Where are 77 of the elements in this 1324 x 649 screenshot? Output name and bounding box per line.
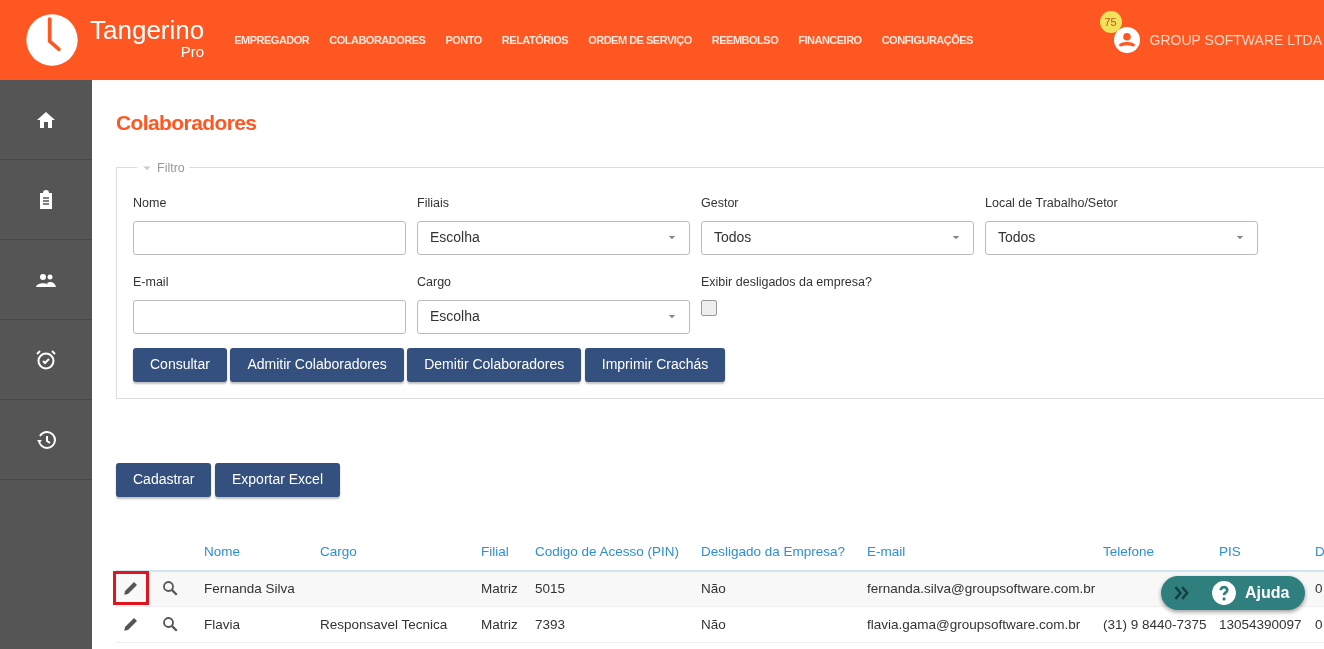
- select-field[interactable]: Todos: [701, 220, 974, 255]
- filter-button[interactable]: Imprimir Crachás: [584, 347, 726, 382]
- table-cell: flavia.gama@groupsoftware.com.br: [867, 616, 1081, 632]
- column-header[interactable]: Nome: [195, 534, 311, 571]
- edit-button[interactable]: [116, 574, 146, 603]
- help-label: Ajuda: [1245, 583, 1290, 603]
- nav-link[interactable]: RELATÓRIOS: [501, 31, 569, 49]
- brand-subtitle: Pro: [180, 42, 205, 62]
- nav-link[interactable]: PONTO: [445, 31, 482, 49]
- pencil-icon: [122, 579, 140, 598]
- table-cell: Fernanda Silva: [204, 580, 295, 596]
- table-cell: Matriz: [481, 580, 518, 596]
- column-header[interactable]: E-mail: [858, 534, 1094, 571]
- page-title: Colaboradores: [116, 110, 258, 136]
- alarm-clock-icon[interactable]: [34, 347, 58, 372]
- table-cell: fernanda.silva@groupsoftware.com.br: [867, 580, 1096, 596]
- select-field[interactable]: Escolha: [417, 220, 690, 255]
- question-icon: [1211, 580, 1237, 606]
- pencil-icon: [122, 615, 140, 634]
- select-value: Escolha: [430, 307, 480, 327]
- table-cell: Responsavel Tecnica: [320, 616, 448, 632]
- table-cell: 0: [1315, 616, 1323, 632]
- action-button[interactable]: Exportar Excel: [214, 462, 340, 497]
- column-header[interactable]: Desligado da Empresa?: [692, 534, 858, 571]
- action-button[interactable]: Cadastrar: [116, 462, 212, 497]
- filter-button[interactable]: Demitir Colaboradores: [407, 347, 582, 382]
- field-label: Nome: [133, 195, 168, 213]
- search-icon: [161, 615, 179, 634]
- table-cell: Não: [701, 580, 726, 596]
- field-label: Local de Trabalho/Setor: [985, 195, 1119, 213]
- caret-down-icon: [1235, 233, 1245, 242]
- column-header[interactable]: Filial: [472, 534, 526, 571]
- field-label: E-mail: [133, 273, 170, 291]
- table-cell: 13054390097: [1219, 616, 1302, 632]
- column-header[interactable]: D: [1306, 534, 1324, 571]
- user-avatar-icon: [1113, 27, 1140, 53]
- select-field[interactable]: Escolha: [417, 299, 690, 334]
- input-field[interactable]: [133, 220, 406, 255]
- table-cell: Flavia: [204, 616, 240, 632]
- filter-button[interactable]: Consultar: [133, 347, 227, 382]
- field-label: Filiais: [417, 195, 450, 213]
- table-cell: 0: [1315, 580, 1323, 596]
- field-label: Gestor: [701, 195, 740, 213]
- nav-link[interactable]: REEMBOLSO: [711, 31, 779, 49]
- checkbox[interactable]: [701, 299, 717, 316]
- field-label: Cargo: [417, 273, 453, 291]
- brand-name: Tangerino: [90, 16, 205, 43]
- select-value: Escolha: [430, 228, 480, 248]
- table-cell: 5015: [535, 580, 566, 596]
- table-cell: (31) 9 8440-7375: [1103, 616, 1207, 632]
- nav-link[interactable]: EMPREGADOR: [234, 31, 310, 49]
- company-name[interactable]: GROUP SOFTWARE LTDA: [1149, 29, 1322, 51]
- caret-down-icon: [667, 233, 677, 242]
- caret-down-icon: [951, 233, 961, 242]
- nav-link[interactable]: CONFIGURAÇÕES: [881, 31, 973, 49]
- column-header[interactable]: Telefone: [1094, 534, 1210, 571]
- search-icon: [161, 579, 179, 598]
- notification-badge: 75: [1099, 11, 1122, 33]
- nav-link[interactable]: ORDEM DE SERVIÇO: [588, 31, 692, 49]
- field-label: Exibir desligados da empresa?: [701, 273, 873, 291]
- column-header[interactable]: Codigo de Acesso (PIN): [526, 534, 692, 571]
- column-header[interactable]: PIS: [1210, 534, 1306, 571]
- select-field[interactable]: Todos: [985, 220, 1258, 255]
- table-cell: Não: [701, 616, 726, 632]
- help-button[interactable]: Ajuda: [1161, 576, 1306, 610]
- column-header[interactable]: Cargo: [311, 534, 472, 571]
- input-field[interactable]: [133, 299, 406, 334]
- nav-link[interactable]: COLABORADORES: [329, 31, 426, 49]
- select-value: Todos: [714, 228, 752, 248]
- filter-legend[interactable]: Filtro: [157, 159, 185, 178]
- clock-logo-icon: [24, 12, 80, 68]
- caret-down-icon: [667, 312, 677, 321]
- table-cell: Matriz: [481, 616, 518, 632]
- select-value: Todos: [998, 228, 1036, 248]
- nav-link[interactable]: FINANCEIRO: [798, 31, 862, 49]
- filter-button[interactable]: Admitir Colaboradores: [230, 347, 404, 382]
- table-cell: 7393: [535, 616, 566, 632]
